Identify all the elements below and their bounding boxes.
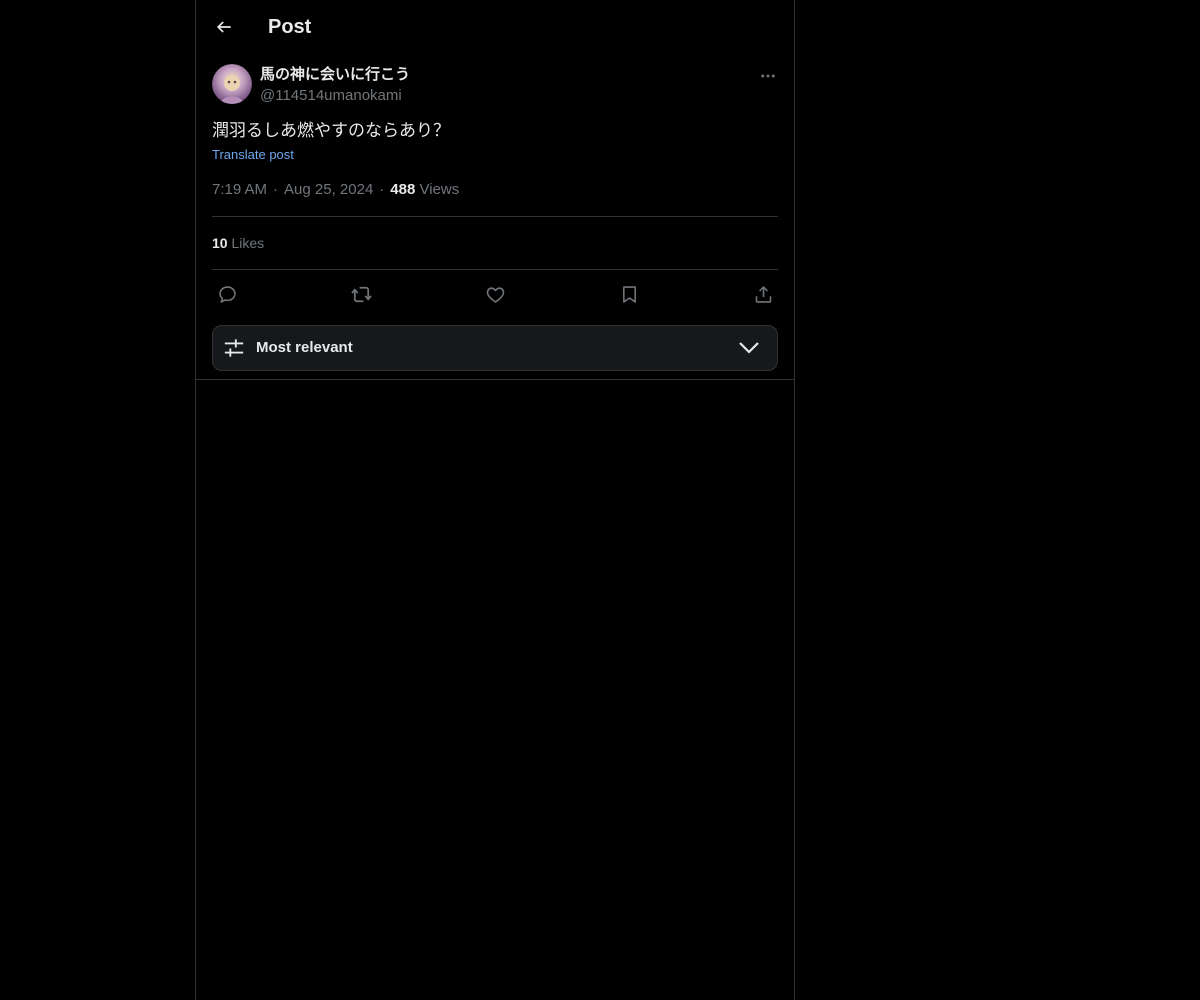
share-button[interactable] [748, 279, 778, 309]
chevron-down-icon [739, 342, 759, 354]
reply-button[interactable] [212, 279, 242, 309]
back-button[interactable] [208, 11, 240, 43]
meta-separator: · [379, 181, 385, 198]
views-label: Views [419, 181, 460, 198]
repost-icon [350, 286, 372, 302]
like-button[interactable] [480, 279, 510, 309]
more-options-button[interactable] [754, 62, 782, 90]
post-date[interactable]: Aug 25, 2024 [284, 181, 373, 198]
divider [212, 216, 778, 217]
post-meta: 7:19 AM · Aug 25, 2024 · 488 Views [212, 180, 459, 200]
translate-post-link[interactable]: Translate post [212, 146, 294, 164]
likes-label: Likes [231, 235, 265, 251]
divider [212, 269, 778, 270]
share-icon [755, 285, 771, 303]
author-display-name[interactable]: 馬の神に会いに行こう [260, 65, 410, 85]
reply-icon [218, 285, 236, 303]
header: Post [196, 0, 794, 54]
post-text: 潤羽るしあ燃やすのならあり？ [212, 121, 450, 140]
post-time[interactable]: 7:19 AM [212, 181, 267, 198]
more-horizontal-icon [761, 74, 775, 78]
likes-count: 10 [212, 235, 228, 251]
views-count: 488 [390, 181, 416, 198]
likes-stat[interactable]: 10 Likes [212, 233, 264, 253]
repost-button[interactable] [346, 279, 376, 309]
sliders-icon [224, 339, 244, 357]
bookmark-icon [622, 285, 636, 303]
bookmark-button[interactable] [614, 279, 644, 309]
author-handle[interactable]: @114514umanokami [260, 86, 402, 106]
sort-label: Most relevant [256, 339, 353, 356]
reply-sort-dropdown[interactable]: Most relevant [212, 325, 778, 371]
avatar-image [212, 64, 252, 104]
page-title: Post [268, 16, 312, 38]
like-icon [486, 286, 504, 303]
action-bar [212, 279, 778, 309]
divider [196, 379, 794, 380]
avatar[interactable] [212, 64, 252, 104]
arrow-left-icon [216, 21, 231, 33]
post-column: Post 馬の神に会いに行こう @114514umanokami 潤羽るしあ燃や… [195, 0, 795, 1000]
meta-separator: · [273, 181, 279, 198]
